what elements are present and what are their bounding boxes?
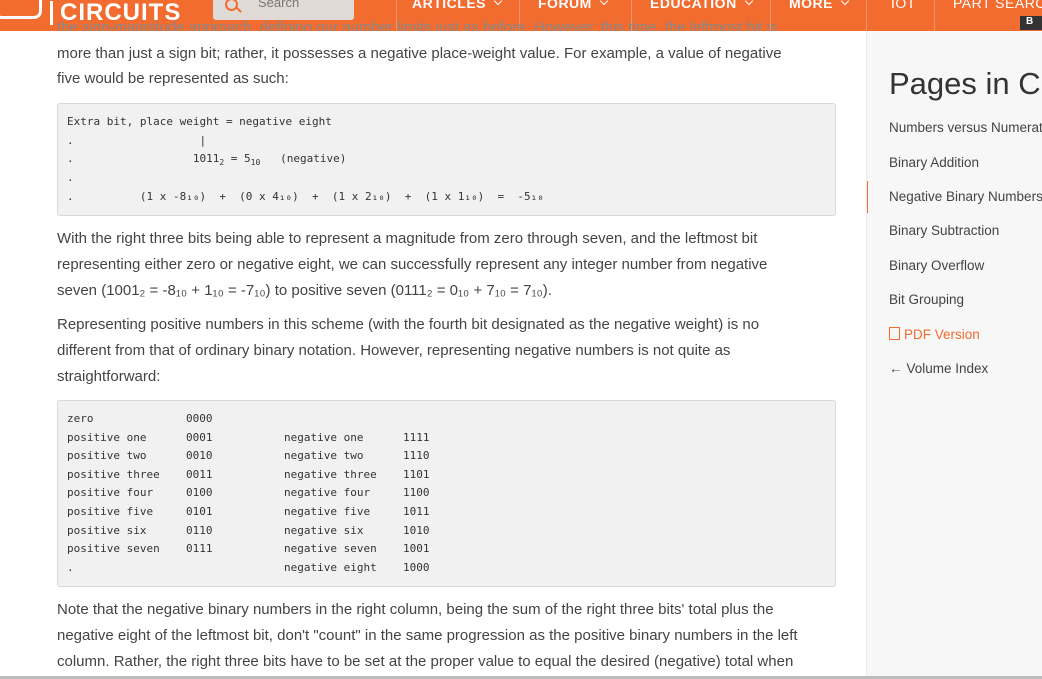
- table-left-label: positive seven: [67, 542, 160, 556]
- pdf-file-icon: [889, 327, 900, 340]
- code-fragment: . 1011: [67, 152, 220, 165]
- code-line: .: [67, 171, 74, 184]
- table-left-label: positive two: [67, 449, 147, 463]
- paragraph-4-line-3: column. Rather, the right three bits hav…: [57, 653, 794, 670]
- table-left-label: .: [67, 560, 74, 574]
- code-line: . (1 x -8₁₀) + (0 x 4₁₀) + (1 x 2₁₀) + (…: [67, 190, 544, 203]
- table-left-label: positive three: [67, 467, 160, 481]
- table-left-binary: 0111: [186, 542, 213, 556]
- code-line: Extra bit, place weight = negative eight: [67, 115, 332, 128]
- table-left-label: zero: [67, 412, 94, 425]
- paragraph-1-line-2: five would be represented as such:: [57, 70, 289, 87]
- table-right-label: negative four: [284, 486, 371, 500]
- table-right-label: negative seven: [284, 542, 377, 556]
- sidebar-item-negative-binary-numbers[interactable]: Negative Binary Numbers: [889, 189, 1042, 204]
- arrow-left-icon: ←: [889, 361, 903, 376]
- table-right-binary: 1001: [403, 542, 430, 556]
- chapter-sidebar: Pages in Chapter Numbers versus Numerati…: [866, 31, 1042, 679]
- sidebar-title: Pages in Chapter: [889, 66, 1042, 101]
- table-left-binary: 0001: [186, 430, 213, 444]
- table-left-binary: 0011: [186, 467, 213, 481]
- code-subscript: 10: [250, 158, 261, 168]
- paragraph-1-line-1: more than just a sign bit; rather, it po…: [57, 45, 782, 62]
- table-left-label: positive four: [67, 486, 154, 500]
- table-left-binary: 0110: [186, 523, 213, 537]
- table-right-label: negative eight: [284, 560, 377, 574]
- table-right-binary: 1110: [403, 449, 430, 463]
- paragraph-4-line-1: Note that the negative binary numbers in…: [57, 601, 774, 618]
- header-badge: B: [1020, 16, 1042, 30]
- paragraph-2-line-1: With the right three bits being able to …: [57, 230, 758, 247]
- code-line: . 10112 = 510 (negative): [67, 152, 346, 167]
- code-fragment: (negative): [260, 152, 347, 165]
- active-indicator: [867, 181, 868, 213]
- code-block-table: zero 0000 positive one 0001 negative one 1111…: [57, 400, 836, 587]
- table-right-label: negative one: [284, 430, 364, 444]
- table-right-binary: 1011: [403, 505, 430, 518]
- paragraph-3-line-3: straightforward:: [57, 368, 161, 385]
- table-left-label: positive six: [67, 523, 147, 537]
- table-left-binary: 0101: [186, 505, 213, 518]
- paragraph-2-line-2: representing either zero or negative eig…: [57, 256, 768, 273]
- table-right-binary: 1101: [403, 467, 430, 481]
- volume-index-link[interactable]: ← Volume Index: [889, 361, 988, 376]
- code-fragment: = 5: [224, 152, 251, 165]
- table-right-binary: 1100: [403, 486, 430, 500]
- sidebar-item-binary-overflow[interactable]: Binary Overflow: [889, 258, 984, 273]
- pdf-version-link[interactable]: PDF Version: [889, 327, 980, 342]
- table-right-binary: 1111: [403, 430, 430, 444]
- sidebar-item-numbers-versus-numeration[interactable]: Numbers versus Numeration: [889, 120, 1042, 135]
- table-left-label: positive one: [67, 430, 147, 444]
- volume-index-label: Volume Index: [906, 361, 989, 376]
- nav-part-search-label: PART SEARCH: [953, 0, 1042, 11]
- partial-line: the sign-magnitude approach, defining ou…: [57, 19, 778, 31]
- paragraph-3-line-2: different from that of ordinary binary n…: [57, 342, 731, 359]
- nav-iot-label: IOT: [891, 0, 916, 11]
- table-right-binary: 1010: [403, 523, 430, 537]
- table-right-label: negative three: [284, 467, 377, 481]
- table-right-binary: 1000: [403, 560, 430, 574]
- paragraph-3-line-1: Representing positive numbers in this sc…: [57, 316, 760, 333]
- article-content: the sign-magnitude approach, defining ou…: [0, 0, 866, 679]
- table-left-label: positive five: [67, 505, 154, 518]
- table-left-binary: 0000: [186, 412, 213, 425]
- table-left-binary: 0010: [186, 449, 213, 463]
- table-right-label: negative six: [284, 523, 364, 537]
- table-right-label: negative five: [284, 505, 371, 518]
- code-line: . |: [67, 134, 207, 147]
- paragraph-2-line-3: seven (1001₂ = -8₁₀ + 1₁₀ = -7₁₀) to pos…: [57, 282, 552, 299]
- code-block-example: Extra bit, place weight = negative eight…: [57, 103, 836, 216]
- table-left-binary: 0100: [186, 486, 213, 500]
- sidebar-item-bit-grouping[interactable]: Bit Grouping: [889, 292, 964, 307]
- sidebar-item-binary-subtraction[interactable]: Binary Subtraction: [889, 223, 999, 238]
- table-right-label: negative two: [284, 449, 364, 463]
- paragraph-4-line-2: negative eight of the leftmost bit, don'…: [57, 627, 798, 644]
- pdf-version-label: PDF Version: [904, 327, 980, 342]
- sidebar-item-binary-addition[interactable]: Binary Addition: [889, 155, 979, 170]
